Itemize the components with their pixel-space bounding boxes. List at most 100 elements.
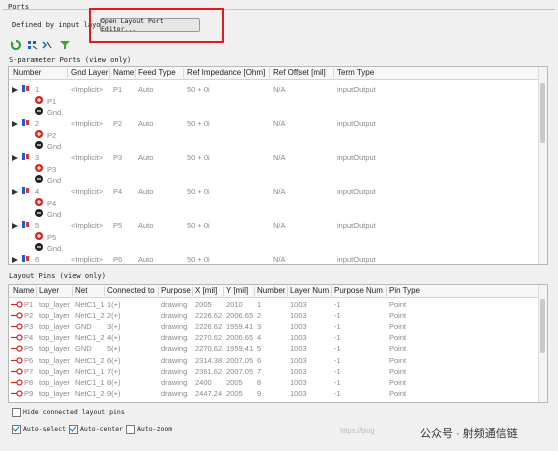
auto-center-checkbox[interactable] xyxy=(69,425,78,434)
pin-cell: 1003 xyxy=(290,311,307,321)
pin-cell: NetC1_2 xyxy=(75,388,105,398)
positive-terminal-label: P2 xyxy=(47,131,57,140)
pin-cell: 8(+) xyxy=(107,377,121,387)
layout-pin-row[interactable]: P4 top_layer NetC1_2 4(+) drawing 2270.62 2006… xyxy=(9,332,539,343)
sparam-scrollbar[interactable] xyxy=(538,67,547,264)
sparam-port-row[interactable]: 5 <Implicit> P5 Auto 50 + 0i N/A inputOutput P5… xyxy=(9,220,539,254)
pin-cell: 9 xyxy=(257,388,262,398)
col-term-type[interactable]: Term Type xyxy=(337,68,374,77)
pin-cell: 1003 xyxy=(290,344,307,354)
layout-pin-row[interactable]: P3 top_layer GND 3(+) drawing 2226.62 1959.41 3… xyxy=(9,321,539,332)
layout-pin-row[interactable]: P1 top_layer NetC1_1 1(+) drawing 2005 2010 1 10… xyxy=(9,299,539,310)
pin-cell: 1003 xyxy=(290,300,307,309)
ground-terminal-label: Gnd xyxy=(47,108,62,117)
positive-terminal-icon xyxy=(35,96,43,106)
hide-connected-checkbox[interactable] xyxy=(12,408,21,417)
auto-zoom-label: Auto-zoom xyxy=(137,425,173,433)
pins-col-purpose-num[interactable]: Purpose Num xyxy=(334,286,383,295)
layout-pin-row[interactable]: P8 top_layer NetC1_1 8(+) drawing 2400 2005 8 10… xyxy=(9,377,539,388)
col-name[interactable]: Name xyxy=(113,68,134,77)
pin-cell: drawing xyxy=(161,322,188,332)
sparam-cell-imp: 50 + 0i xyxy=(187,255,210,264)
col-ref-offset[interactable]: Ref Offset [mil] xyxy=(273,68,326,77)
sparam-cell-term: inputOutput xyxy=(337,85,376,94)
pin-cell: -1 xyxy=(334,388,341,398)
filter-icon[interactable] xyxy=(60,40,70,50)
col-gnd-layer[interactable]: Gnd Layer xyxy=(71,68,108,77)
auto-select-label: Auto-select xyxy=(23,425,67,433)
sparam-port-row[interactable]: 3 <Implicit> P3 Auto 50 + 0i N/A inputOutput P3… xyxy=(9,152,539,186)
grid-expand-icon[interactable] xyxy=(28,40,38,50)
pin-cell: 2 xyxy=(257,311,262,321)
pins-col-name[interactable]: Name xyxy=(13,286,34,295)
pin-cell: -1 xyxy=(334,300,341,309)
pins-col-number[interactable]: Number xyxy=(257,286,285,295)
pin-cell: 2005 xyxy=(226,388,243,398)
auto-select-checkbox[interactable] xyxy=(12,425,21,434)
expand-arrow-icon[interactable] xyxy=(12,86,18,95)
expand-arrow-icon[interactable] xyxy=(12,154,18,163)
pin-cell: 1(+) xyxy=(107,300,121,309)
pin-cell: top_layer xyxy=(39,300,70,309)
ground-terminal-label: Gnd xyxy=(47,176,62,185)
sparam-cell-number: 4 xyxy=(35,187,40,196)
refresh-icon[interactable] xyxy=(11,40,21,50)
grid-collapse-icon[interactable] xyxy=(42,40,52,50)
pin-cell: 1003 xyxy=(290,377,307,387)
pins-scrollbar[interactable] xyxy=(538,285,547,402)
sparam-cell-feed: Auto xyxy=(138,255,154,264)
col-number[interactable]: Number xyxy=(13,68,41,77)
pin-cell: -1 xyxy=(334,377,341,387)
sparam-cell-term: inputOutput xyxy=(337,187,376,196)
pins-col-layer[interactable]: Layer xyxy=(39,286,59,295)
layout-pin-row[interactable]: P5 top_layer GND 5(+) drawing 2270.62 1959.41 5… xyxy=(9,343,539,354)
expand-arrow-icon[interactable] xyxy=(12,120,18,129)
pin-icon xyxy=(11,356,23,366)
sparam-cell-name: P3 xyxy=(113,153,123,162)
pin-cell: drawing xyxy=(161,366,188,376)
pin-cell: -1 xyxy=(334,311,341,321)
sparam-port-row[interactable]: 1 <Implicit> P1 Auto 50 + 0i N/A inputOutput P1… xyxy=(9,84,539,118)
pin-cell: NetC1_2 xyxy=(75,333,105,343)
sparam-cell-imp: 50 + 0i xyxy=(187,153,210,162)
expand-arrow-icon[interactable] xyxy=(12,222,18,231)
sparam-cell-feed: Auto xyxy=(138,85,154,94)
auto-zoom-checkbox[interactable] xyxy=(126,425,135,434)
layout-pin-row[interactable]: P6 top_layer NetC1_2 6(+) drawing 2314.38 2007… xyxy=(9,355,539,366)
pin-cell: top_layer xyxy=(39,366,70,376)
pins-col-net[interactable]: Net xyxy=(75,286,87,295)
sparam-port-row[interactable]: 2 <Implicit> P2 Auto 50 + 0i N/A inputOutput P2… xyxy=(9,118,539,152)
positive-terminal-label: P3 xyxy=(47,165,57,174)
positive-terminal-label: P1 xyxy=(47,97,57,106)
pins-col-x-mil[interactable]: X [mil] xyxy=(195,286,217,295)
positive-terminal-icon xyxy=(35,232,43,242)
col-ref-impedance[interactable]: Ref Impedance [Ohm] xyxy=(187,68,265,77)
col-feed-type[interactable]: Feed Type xyxy=(138,68,176,77)
pin-cell: NetC1_1 xyxy=(75,377,105,387)
pins-col-purpose[interactable]: Purpose xyxy=(161,286,191,295)
layout-pin-row[interactable]: P9 top_layer NetC1_2 9(+) drawing 2447.24 2005… xyxy=(9,388,539,399)
sparam-cell-name: P4 xyxy=(113,187,123,196)
pin-cell: drawing xyxy=(161,377,188,387)
sparam-port-row[interactable]: 6 <Implicit> P6 Auto 50 + 0i N/A inputOutput xyxy=(9,254,539,264)
sparam-cell-gnd: <Implicit> xyxy=(71,255,104,264)
expand-arrow-icon[interactable] xyxy=(12,188,18,197)
pin-cell: Point xyxy=(389,355,407,365)
pins-col-y-mil[interactable]: Y [mil] xyxy=(226,286,248,295)
sparam-cell-imp: 50 + 0i xyxy=(187,187,210,196)
pin-cell: 7 xyxy=(257,366,262,376)
pins-col-pin-type[interactable]: Pin Type xyxy=(389,286,420,295)
pin-cell: Point xyxy=(389,344,407,354)
pins-col-connected-to[interactable]: Connected to xyxy=(107,286,155,295)
sparam-cell-feed: Auto xyxy=(138,153,154,162)
sparam-cell-gnd: <Implicit> xyxy=(71,187,104,196)
pin-cell: 2007.05 xyxy=(226,366,254,376)
pin-cell: P9 xyxy=(24,388,34,398)
expand-arrow-icon[interactable] xyxy=(12,256,18,264)
layout-pin-row[interactable]: P2 top_layer NetC1_2 2(+) drawing 2226.62 2006… xyxy=(9,310,539,321)
layout-pin-row[interactable]: P7 top_layer NetC1_1 7(+) drawing 2361.62 2007… xyxy=(9,366,539,377)
sparam-cell-name: P6 xyxy=(113,255,123,264)
sparam-port-row[interactable]: 4 <Implicit> P4 Auto 50 + 0i N/A inputOutput P4… xyxy=(9,186,539,220)
pins-col-layer-num[interactable]: Layer Num xyxy=(290,286,329,295)
sparam-cell-gnd: <Implicit> xyxy=(71,221,104,230)
